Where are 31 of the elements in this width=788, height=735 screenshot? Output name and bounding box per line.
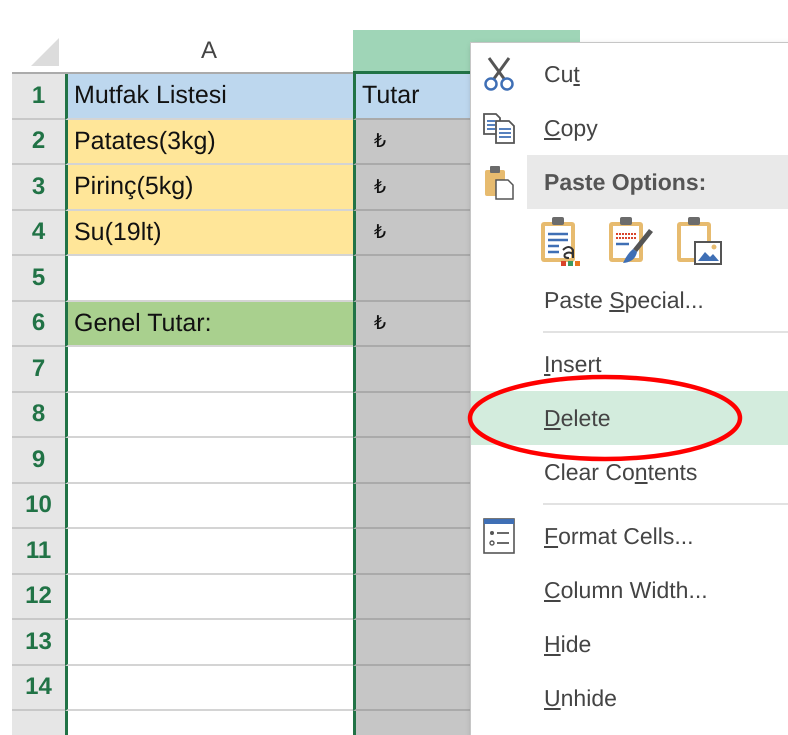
menu-item[interactable]: Hide <box>471 617 788 671</box>
row-header[interactable]: 10 <box>12 484 65 529</box>
row-header[interactable]: 7 <box>12 347 65 392</box>
row-header[interactable]: 5 <box>12 256 65 302</box>
row-header[interactable]: 9 <box>12 438 65 484</box>
row-header[interactable]: 1 <box>12 74 65 120</box>
scissors-icon <box>483 56 515 92</box>
table-cell: Pirinç(5kg) <box>65 165 353 210</box>
row-header[interactable]: 3 <box>12 165 65 210</box>
paste-picture-icon[interactable] <box>675 216 725 266</box>
table-cell: Genel Tutar: <box>65 302 353 347</box>
row-header[interactable]: 14 <box>12 666 65 711</box>
format-cells-icon <box>483 518 515 554</box>
copy-icon <box>482 112 516 144</box>
menu-section-header: Paste Options: <box>527 155 788 209</box>
table-cell: Mutfak Listesi <box>65 74 353 120</box>
menu-item[interactable]: Format Cells... <box>471 509 788 563</box>
row-header[interactable]: 2 <box>12 120 65 165</box>
row-header[interactable]: 11 <box>12 529 65 574</box>
clipboard-icon <box>484 164 514 200</box>
row-header[interactable]: 13 <box>12 620 65 666</box>
menu-item[interactable]: Column Width... <box>471 563 788 617</box>
table-cell: Patates(3kg) <box>65 120 353 165</box>
menu-item[interactable]: Unhide <box>471 671 788 725</box>
menu-item[interactable]: Delete <box>471 391 788 445</box>
row-header[interactable]: 8 <box>12 392 65 438</box>
row-header[interactable]: 4 <box>12 210 65 256</box>
table-cell: Su(19lt) <box>65 210 353 256</box>
row-header[interactable]: 6 <box>12 302 65 347</box>
menu-item[interactable]: Clear Contents <box>471 445 788 499</box>
row-header[interactable]: 12 <box>12 574 65 620</box>
